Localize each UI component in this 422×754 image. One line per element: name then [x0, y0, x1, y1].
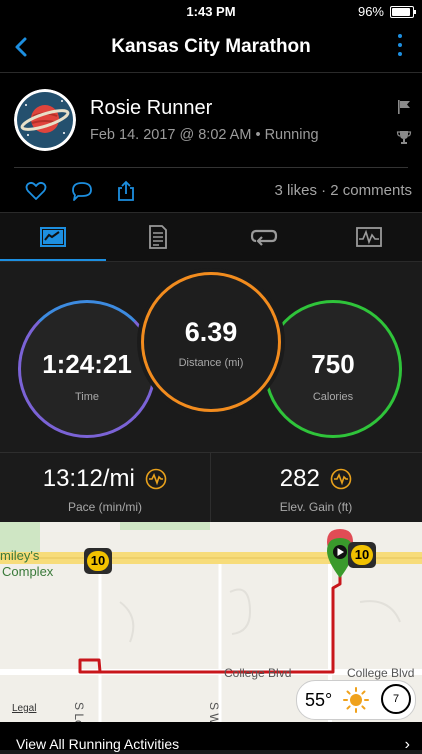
elevation-label: Elev. Gain (ft): [211, 500, 421, 514]
distance-value: 6.39: [144, 317, 278, 348]
pulse-icon: [145, 468, 167, 490]
tab-details[interactable]: [106, 213, 212, 261]
user-name[interactable]: Rosie Runner: [90, 97, 212, 120]
back-button[interactable]: [6, 32, 36, 62]
distance-ring[interactable]: 6.39 Distance (mi): [141, 272, 281, 412]
chevron-right-icon: ›: [405, 736, 410, 754]
trophy-icon[interactable]: [396, 129, 412, 145]
like-heart-icon[interactable]: [24, 179, 48, 203]
distance-label: Distance (mi): [144, 357, 278, 369]
route-map[interactable]: 10 10 miley's Complex College Blvd Colle…: [0, 522, 422, 722]
map-legal-link[interactable]: Legal: [12, 703, 36, 714]
tab-chart[interactable]: [0, 213, 106, 261]
time-ring[interactable]: 1:24:21 Time: [18, 300, 156, 438]
temperature-value: 55°: [305, 690, 332, 711]
document-icon: [147, 224, 169, 250]
pace-label: Pace (min/mi): [0, 500, 210, 514]
road-label-college-1: College Blvd: [224, 666, 291, 680]
calories-value: 750: [267, 349, 399, 380]
comment-bubble-icon[interactable]: [70, 179, 94, 203]
sun-icon: [343, 687, 369, 713]
stats-row: 13:12/mi Pace (min/mi) 282 Elev. Gain (f…: [0, 452, 422, 523]
battery-icon: [390, 6, 414, 18]
activity-meta: Feb 14. 2017 @ 8:02 AM • Running: [90, 127, 319, 143]
place-label-line1: miley's: [0, 548, 39, 563]
elevation-value: 282: [280, 465, 320, 493]
page-title: Kansas City Marathon: [50, 36, 372, 58]
calories-label: Calories: [267, 391, 399, 403]
battery-percent: 96%: [358, 4, 384, 19]
road-label-s-wo: S Wo: [207, 702, 221, 722]
nav-bar: Kansas City Marathon: [0, 22, 422, 73]
chevron-left-icon: [6, 32, 36, 62]
weather-widget[interactable]: 55° 7: [296, 680, 416, 720]
share-icon[interactable]: [114, 179, 138, 203]
pace-value: 13:12/mi: [43, 465, 135, 493]
activity-header: Rosie Runner Feb 14. 2017 @ 8:02 AM • Ru…: [0, 73, 422, 169]
calories-ring[interactable]: 750 Calories: [264, 300, 402, 438]
planet-avatar-icon: [14, 89, 76, 151]
more-options-button[interactable]: [396, 34, 404, 62]
likes-comments-count[interactable]: 3 likes · 2 comments: [274, 182, 412, 199]
elevation-stat[interactable]: 282 Elev. Gain (ft): [211, 453, 421, 523]
chart-icon: [39, 225, 67, 249]
road-label-college-2: College Blvd: [347, 666, 414, 680]
highway-shield-right: 10: [348, 542, 376, 568]
wind-speed-dial: 7: [381, 684, 411, 714]
tab-laps[interactable]: [211, 213, 317, 261]
waveform-icon: [355, 226, 383, 248]
laps-icon: [250, 226, 278, 248]
place-label-line2: Complex: [2, 564, 53, 579]
tab-graphs[interactable]: [317, 213, 422, 261]
flag-icon[interactable]: [396, 99, 412, 115]
road-label-s-lon: S Lon: [72, 702, 86, 722]
header-divider: [14, 167, 408, 168]
status-bar: 1:43 PM 96%: [0, 0, 422, 22]
pulse-icon: [330, 468, 352, 490]
view-all-activities-link[interactable]: View All Running Activities ›: [0, 722, 422, 750]
avatar[interactable]: [14, 89, 76, 151]
highway-shield-left: 10: [84, 548, 112, 574]
summary-metrics: 1:24:21 Time 750 Calories 6.39 Distance …: [0, 262, 422, 452]
time-value: 1:24:21: [21, 349, 153, 380]
pace-stat[interactable]: 13:12/mi Pace (min/mi): [0, 453, 210, 523]
time-label: Time: [21, 391, 153, 403]
activity-tab-bar: [0, 213, 422, 262]
social-bar: 3 likes · 2 comments: [0, 169, 422, 213]
